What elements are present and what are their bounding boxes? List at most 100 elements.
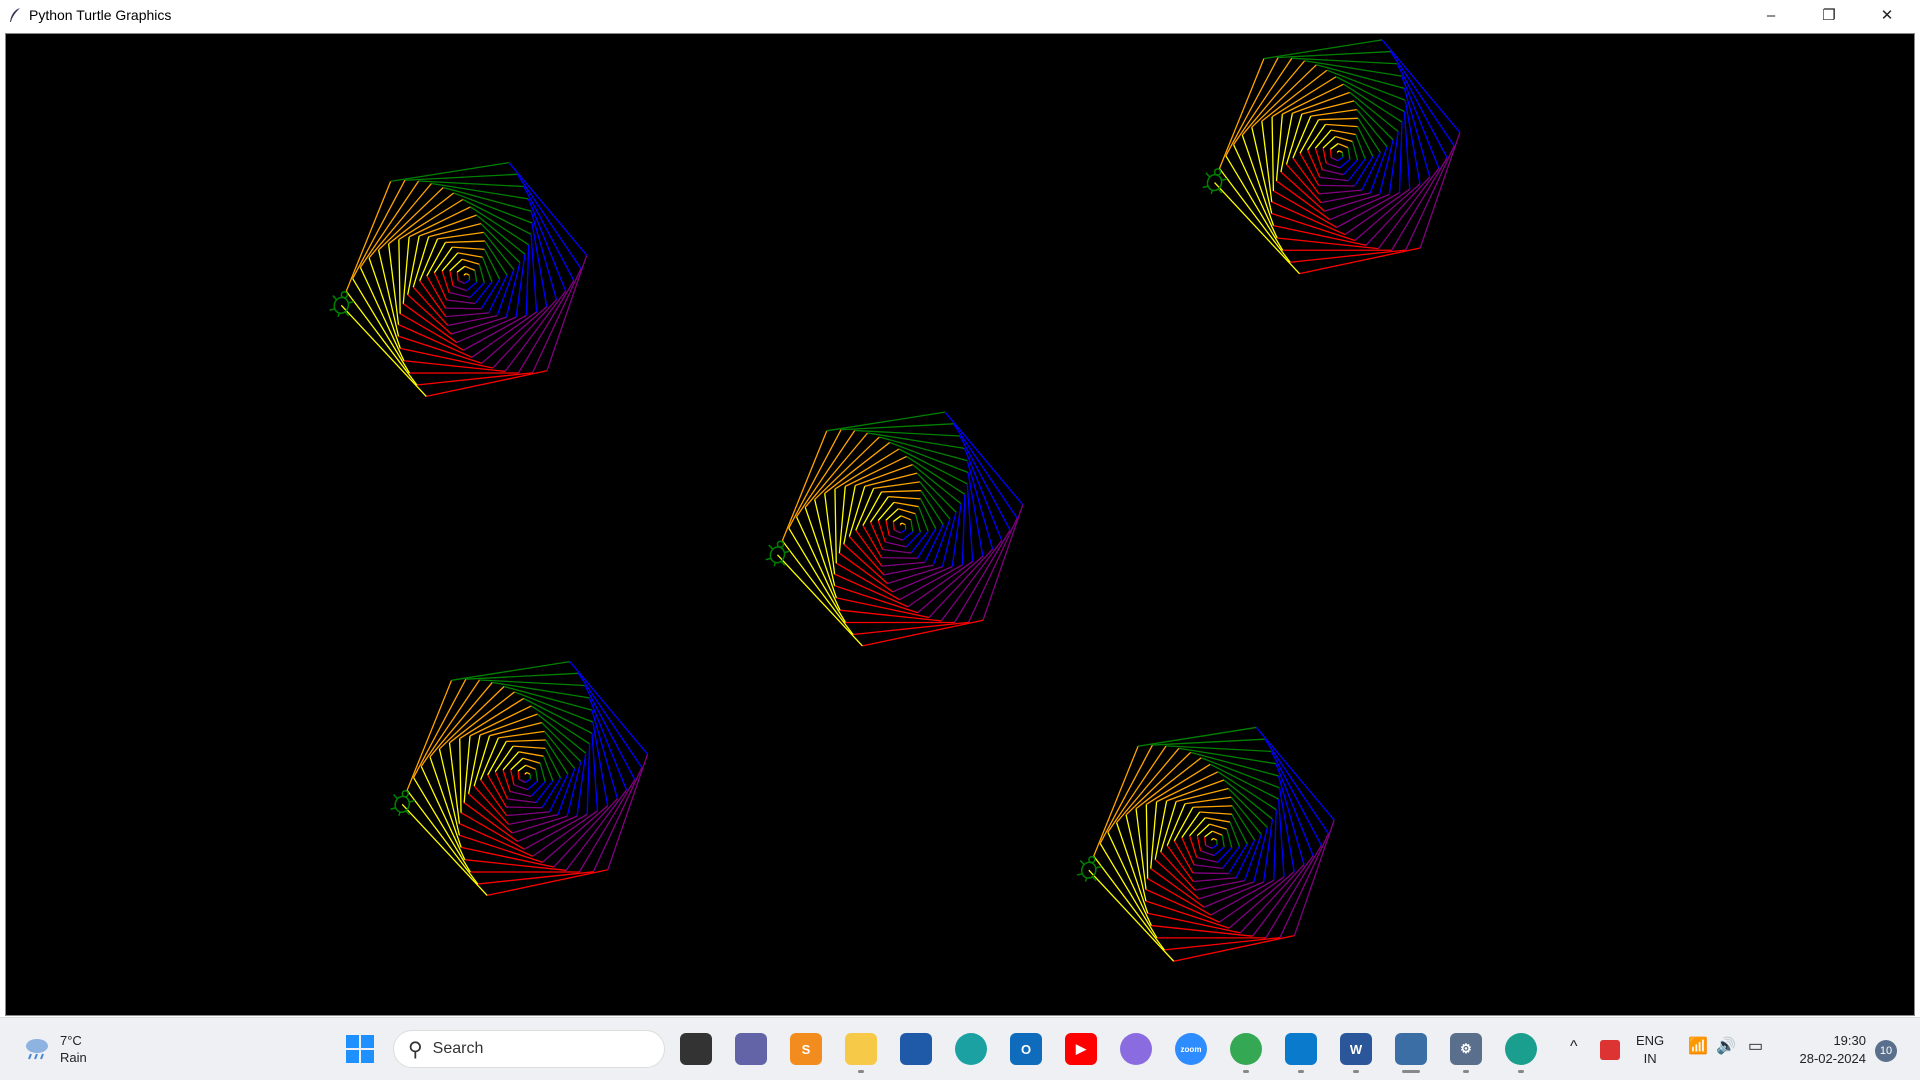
- spiral-segment: [1273, 809, 1277, 881]
- running-indicator: [1298, 1070, 1304, 1073]
- spiral-segment: [834, 448, 900, 490]
- spiral-segment: [412, 678, 467, 778]
- volume-icon[interactable]: 🔊: [1716, 1038, 1736, 1056]
- spiral-segment: [459, 697, 525, 740]
- spiral-segment: [967, 472, 984, 557]
- spiral-segment: [1160, 851, 1196, 891]
- running-indicator: [858, 1070, 864, 1073]
- start-button[interactable]: [344, 1033, 376, 1065]
- spiral-segment: [1116, 747, 1180, 824]
- spiral-segment: [476, 214, 526, 255]
- spiral-segment: [898, 508, 916, 515]
- spiral-segment: [848, 536, 885, 576]
- sublime-text-taskbar-button[interactable]: S: [790, 1033, 822, 1065]
- outlook-taskbar-button[interactable]: O: [1010, 1033, 1042, 1065]
- spiral-segment: [852, 621, 969, 636]
- spiral-segment: [447, 315, 498, 326]
- search-box[interactable]: ⚲ Search: [393, 1030, 665, 1068]
- spiral-segment: [1190, 751, 1279, 777]
- spiral-segment: [1243, 834, 1262, 881]
- spiral-segment: [445, 240, 485, 244]
- spiral-segment: [1314, 147, 1323, 171]
- hexagon-spiral: [329, 161, 588, 398]
- clock[interactable]: 19:30 28-02-2024: [1786, 1032, 1867, 1068]
- youtube-taskbar-button[interactable]: ▶: [1065, 1033, 1097, 1065]
- spiral-segment: [1278, 787, 1295, 872]
- spiral-segment: [951, 503, 962, 567]
- edge-taskbar-button[interactable]: [955, 1033, 987, 1065]
- spiral-segment: [535, 780, 554, 803]
- spiral-segment: [449, 291, 471, 299]
- spiral-segment: [1222, 846, 1241, 869]
- vscode-taskbar-button[interactable]: [1285, 1033, 1317, 1065]
- microsoft-store-taskbar-button[interactable]: [900, 1033, 932, 1065]
- spiral-segment: [892, 521, 895, 530]
- spiral-segment: [522, 757, 541, 764]
- spiral-segment: [1337, 142, 1349, 149]
- notification-badge[interactable]: 10: [1875, 1040, 1897, 1062]
- spiral-segment: [1339, 158, 1351, 169]
- spiral-segment: [592, 767, 643, 873]
- spiral-segment: [1099, 744, 1154, 844]
- copilot-taskbar-button[interactable]: [1120, 1033, 1152, 1065]
- hexagon-spiral: [390, 660, 649, 897]
- spiral-segment: [824, 441, 891, 494]
- task-view-taskbar-button[interactable]: [680, 1033, 712, 1065]
- security-shield-icon[interactable]: [1600, 1040, 1620, 1060]
- spiral-segment: [1221, 835, 1225, 848]
- weather-widget[interactable]: 7°C Rain: [22, 1032, 87, 1066]
- language-indicator[interactable]: ENG IN: [1636, 1032, 1664, 1068]
- spiral-segment: [478, 264, 485, 283]
- word-taskbar-button[interactable]: W: [1340, 1033, 1372, 1065]
- spiral-segment: [502, 769, 511, 792]
- spiral-segment: [1405, 145, 1455, 251]
- spiral-segment: [459, 738, 462, 813]
- teams-taskbar-button[interactable]: [735, 1033, 767, 1065]
- settings-taskbar-button[interactable]: ⚙: [1450, 1033, 1482, 1065]
- spiral-segment: [412, 236, 430, 288]
- restore-button[interactable]: ❐: [1800, 0, 1858, 30]
- spiral-segment: [982, 504, 1024, 621]
- spiral-segment: [1251, 64, 1317, 128]
- spiral-segment: [527, 780, 539, 791]
- wifi-icon[interactable]: 📶: [1688, 1038, 1708, 1056]
- spiral-segment: [1145, 763, 1211, 805]
- spiral-segment: [1192, 872, 1229, 875]
- spiral-segment: [814, 436, 880, 500]
- spiral-segment: [920, 498, 937, 530]
- chrome-taskbar-button[interactable]: [1230, 1033, 1262, 1065]
- spiral-segment: [508, 814, 559, 825]
- spiral-segment: [607, 754, 649, 870]
- file-explorer-taskbar-button[interactable]: [845, 1033, 877, 1065]
- spiral-segment: [899, 522, 903, 525]
- weather-condition: Rain: [60, 1050, 87, 1065]
- show-hidden-icons-button[interactable]: ^: [1570, 1038, 1578, 1056]
- spiral-segment: [888, 495, 921, 500]
- spiral-segment: [885, 520, 890, 536]
- turtle-canvas[interactable]: [5, 33, 1915, 1016]
- python-turtle-taskbar-button[interactable]: [1395, 1033, 1427, 1065]
- spiral-segment: [441, 270, 450, 293]
- taskbar: 7°C Rain ⚲ Search S O ▶ zoom W ⚙ ^ ENG IN 📶 🔊…: [0, 1017, 1920, 1080]
- battery-icon[interactable]: ▭: [1748, 1038, 1763, 1056]
- spiral-segment: [932, 518, 951, 566]
- spiral-segment: [464, 279, 470, 284]
- spiral-segment: [1181, 837, 1195, 866]
- spiral-segment: [1369, 146, 1388, 194]
- spiral-segment: [441, 252, 459, 272]
- zoom-icon: zoom: [1180, 1044, 1202, 1054]
- spiral-segment: [881, 556, 918, 559]
- zoom-taskbar-button[interactable]: zoom: [1175, 1033, 1207, 1065]
- spiral-segment: [1196, 835, 1202, 851]
- spiral-segment: [1388, 131, 1399, 195]
- spiral-segment: [1239, 864, 1305, 934]
- spiral-segment: [1173, 934, 1295, 962]
- spiral-segment: [1330, 129, 1356, 136]
- edge-beta-taskbar-button[interactable]: [1505, 1033, 1537, 1065]
- minimize-button[interactable]: –: [1742, 0, 1800, 30]
- close-button[interactable]: ✕: [1858, 0, 1916, 30]
- spiral-segment: [525, 764, 536, 770]
- region-code: IN: [1643, 1051, 1657, 1066]
- feather-icon: [10, 8, 20, 22]
- spiral-segment: [398, 198, 464, 241]
